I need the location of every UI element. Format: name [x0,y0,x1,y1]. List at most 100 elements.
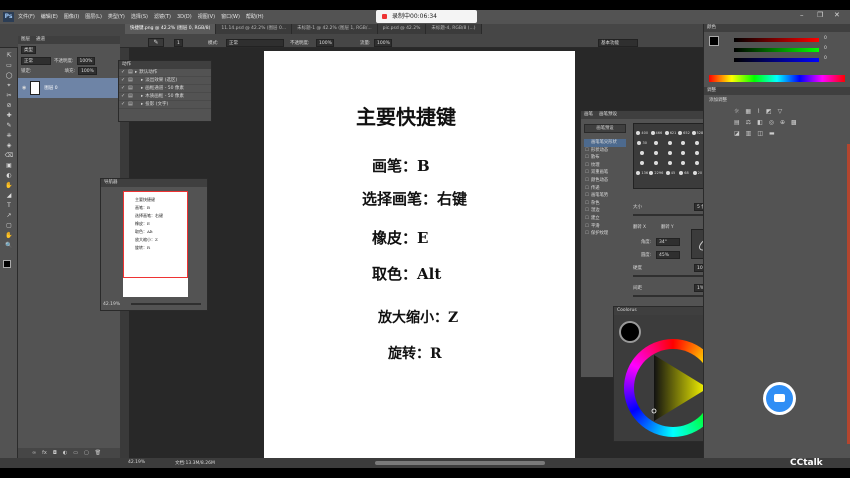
checkbox-icon[interactable]: ☐ [585,154,589,162]
layer-row[interactable]: ◉ 图层 0 [18,78,120,98]
checkbox-icon[interactable]: ☐ [585,147,589,155]
brush-presets-button[interactable]: 画笔预设 [584,124,626,133]
green-value[interactable]: 0 [824,46,827,51]
fx-icon[interactable]: fx [42,450,47,456]
menu-item-10[interactable]: 帮助(H) [246,12,264,22]
document-tab[interactable]: 未标题-1 @ 42.2% (图层 1, RGB/... [292,24,378,34]
lookup-icon[interactable]: ▩ [791,119,797,126]
mixer-icon[interactable]: ⊕ [780,119,785,126]
menu-item-1[interactable]: 编辑(E) [41,12,58,22]
check-icon[interactable]: ✓ [121,70,126,75]
document-canvas[interactable]: 主要快捷键 画笔：B 选择画笔：右键 橡皮：E 取色：Alt 放大缩小：Z 旋转… [264,51,575,459]
minimize-icon[interactable]: – [800,11,804,19]
flip-x-checkbox[interactable]: 翻转 X [633,224,646,230]
brush-tip[interactable] [678,146,690,155]
brush-setting-item[interactable]: 画笔笔尖形状 [584,139,626,147]
dialog-toggle-icon[interactable]: ▤ [128,78,133,83]
new-layer-icon[interactable]: ▢ [84,450,89,456]
brush-tip[interactable]: 45 [664,166,676,175]
bw-icon[interactable]: ◧ [757,119,763,126]
brush-setting-item[interactable]: ☐ 杂色 [584,200,626,208]
brush-tip[interactable]: 528 [691,126,703,135]
brush-setting-item[interactable]: ☐ 画笔笔势 [584,192,626,200]
zoom-tool-icon[interactable]: 🔍 [4,242,14,250]
brush-tip[interactable] [678,136,690,145]
checkbox-icon[interactable]: ☐ [585,207,589,215]
document-tab[interactable]: 11.14.psd @ 42.2% (图层 0... [216,24,293,34]
levels-icon[interactable]: ▦ [745,108,751,115]
close-icon[interactable]: ✕ [834,11,840,19]
roundness-input[interactable]: 45% [656,251,680,259]
dialog-toggle-icon[interactable]: ▤ [128,86,133,91]
brush-setting-item[interactable]: ☐ 建立 [584,215,626,223]
brush-tip[interactable]: 30 [636,136,648,145]
gradient-tool-icon[interactable]: ▣ [4,162,14,170]
brush-tip[interactable]: 20 [691,166,703,175]
quick-select-tool-icon[interactable]: ⌖ [4,82,14,90]
gradient-map-icon[interactable]: ▬ [769,130,775,137]
brush-tip[interactable]: 400 [636,126,648,135]
flip-y-checkbox[interactable]: 翻转 Y [661,224,674,230]
brush-setting-item[interactable]: ☐ 纹理 [584,162,626,170]
dialog-toggle-icon[interactable]: ▤ [128,70,133,75]
menu-item-0[interactable]: 文件(F) [18,12,35,22]
checkbox-icon[interactable]: ☐ [585,162,589,170]
disclosure-triangle-icon[interactable]: ▸ [135,69,137,77]
brush-tip[interactable] [649,136,663,145]
check-icon[interactable]: ✓ [121,78,126,83]
balance-icon[interactable]: ⚖ [746,119,751,126]
dialog-toggle-icon[interactable]: ▤ [128,94,133,99]
path-select-tool-icon[interactable]: ↗ [4,212,14,220]
fg-swatch[interactable] [709,36,719,46]
brush-tip[interactable] [691,136,703,145]
red-slider[interactable] [734,38,819,42]
checkbox-icon[interactable]: ☐ [585,192,589,200]
angle-input[interactable]: 34° [656,238,680,246]
dialog-toggle-icon[interactable]: ▤ [128,102,133,107]
shape-tool-icon[interactable]: ▢ [4,222,14,230]
link-icon[interactable]: ∞ [32,450,36,456]
check-icon[interactable]: ✓ [121,86,126,91]
mode-select[interactable]: 正常 [226,39,284,47]
menu-item-2[interactable]: 图像(I) [64,12,79,22]
foreground-color-swatch[interactable] [619,321,641,343]
document-tab[interactable]: pic.psd @ 42.2% [377,24,427,34]
green-slider[interactable] [734,48,819,52]
red-value[interactable]: 0 [824,36,827,41]
hue-icon[interactable]: ▤ [734,119,740,126]
tab-brush[interactable]: 画笔 [584,111,593,119]
horizontal-scrollbar[interactable] [375,461,545,465]
brush-tip[interactable]: 466 [649,126,663,135]
menu-item-9[interactable]: 窗口(W) [221,12,240,22]
blue-value[interactable]: 0 [824,56,827,61]
fill-input[interactable]: 100% [78,67,97,75]
brush-tip[interactable]: 621 [664,126,676,135]
menu-item-5[interactable]: 选择(S) [131,12,148,22]
eraser-tool-icon[interactable]: ⌫ [4,152,14,160]
status-doc-size[interactable]: 文档:13.3M/8.26M [175,460,215,466]
disclosure-triangle-icon[interactable]: ▸ [141,77,143,85]
brush-tip[interactable] [649,146,663,155]
eyedropper-tool-icon[interactable]: ⊘ [4,102,14,110]
dodge-tool-icon[interactable]: ◐ [4,172,14,180]
tab-layers[interactable]: 图层 [21,36,30,44]
brush-tip[interactable] [678,156,690,165]
blend-mode-select[interactable]: 正常 [21,57,51,65]
brush-tip[interactable] [691,156,703,165]
crop-tool-icon[interactable]: ✂ [4,92,14,100]
check-icon[interactable]: ✓ [121,102,126,107]
brush-tool-preset-icon[interactable]: ✎ [148,38,164,47]
healing-tool-icon[interactable]: ✚ [4,112,14,120]
brush-setting-item[interactable]: ☐ 散布 [584,154,626,162]
brush-setting-item[interactable]: ☐ 颜色动态 [584,177,626,185]
checkbox-icon[interactable]: ☐ [585,223,589,231]
checkbox-icon[interactable]: ☐ [585,177,589,185]
brush-setting-item[interactable]: ☐ 平滑 [584,223,626,231]
disclosure-triangle-icon[interactable]: ▸ [141,101,143,109]
threshold-icon[interactable]: ◫ [757,130,763,137]
menu-item-3[interactable]: 图层(L) [85,12,102,22]
recording-indicator[interactable]: 录制中00:06:34 [376,10,477,23]
brush-tip[interactable] [664,156,676,165]
brush-tool-icon[interactable]: ✎ [4,122,14,130]
disclosure-triangle-icon[interactable]: ▸ [141,85,143,93]
